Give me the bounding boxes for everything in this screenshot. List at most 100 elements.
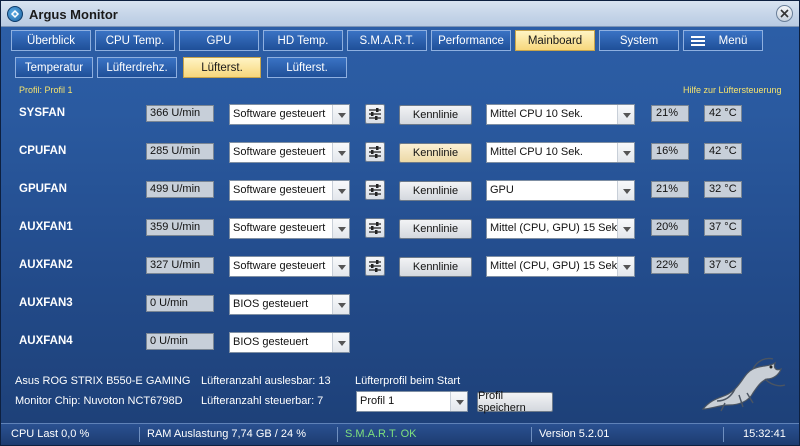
fan-percent: 22%	[651, 257, 689, 274]
board-name: Asus ROG STRIX B550-E GAMING	[15, 375, 191, 387]
fan-rpm: 359 U/min	[146, 219, 214, 236]
fan-source-select[interactable]: Mittel (CPU, GPU) 15 Sek.	[486, 218, 635, 239]
tab-system[interactable]: System	[599, 30, 679, 51]
tab-menu[interactable]: Menü	[683, 30, 763, 51]
tab-gpu[interactable]: GPU	[179, 30, 259, 51]
fan-temp: 37 °C	[704, 257, 742, 274]
fan-percent: 21%	[651, 181, 689, 198]
tab-hd-temp[interactable]: HD Temp.	[263, 30, 343, 51]
chevron-down-icon	[332, 295, 349, 314]
fans-controllable: Lüfteranzahl steuerbar: 7	[201, 395, 324, 407]
tab-smart[interactable]: S.M.A.R.T.	[347, 30, 427, 51]
fan-settings-button[interactable]	[365, 142, 385, 162]
fan-temp: 37 °C	[704, 219, 742, 236]
status-ram: RAM Auslastung 7,74 GB / 24 %	[147, 428, 306, 440]
status-bar: CPU Last 0,0 % RAM Auslastung 7,74 GB / …	[1, 423, 799, 445]
fan-mode-value: Software gesteuert	[233, 222, 326, 234]
curve-button[interactable]: Kennlinie	[399, 181, 472, 201]
sliders-icon	[369, 260, 381, 272]
fan-mode-select[interactable]: Software gesteuert	[229, 104, 350, 125]
argus-dragon-logo	[701, 357, 786, 412]
fan-settings-button[interactable]	[365, 256, 385, 276]
fan-settings-button[interactable]	[365, 180, 385, 200]
fan-settings-button[interactable]	[365, 104, 385, 124]
chevron-down-icon	[332, 333, 349, 352]
chevron-down-icon	[332, 181, 349, 200]
fan-temp: 42 °C	[704, 105, 742, 122]
chevron-down-icon	[617, 105, 634, 124]
fan-name: CPUFAN	[19, 145, 67, 157]
fan-rpm: 0 U/min	[146, 333, 214, 350]
chevron-down-icon	[332, 219, 349, 238]
fan-mode-select[interactable]: Software gesteuert	[229, 218, 350, 239]
sliders-icon	[369, 146, 381, 158]
save-profile-button[interactable]: Profil speichern	[477, 390, 553, 414]
fan-temp: 42 °C	[704, 143, 742, 160]
fan-mode-select[interactable]: Software gesteuert	[229, 256, 350, 277]
chevron-down-icon	[332, 257, 349, 276]
subtab-luefterst-2[interactable]: Lüfterst.	[267, 57, 347, 78]
fan-source-value: Mittel (CPU, GPU) 15 Sek.	[490, 222, 621, 234]
monitor-chip: Monitor Chip: Nuvoton NCT6798D	[15, 395, 183, 407]
curve-button[interactable]: Kennlinie	[399, 143, 472, 163]
startup-profile-value: Profil 1	[360, 395, 395, 407]
curve-button[interactable]: Kennlinie	[399, 219, 472, 239]
status-version: Version 5.2.01	[539, 428, 610, 440]
subtab-luefterst-1[interactable]: Lüfterst.	[183, 57, 261, 78]
fan-mode-select[interactable]: BIOS gesteuert	[229, 332, 350, 353]
fan-settings-button[interactable]	[365, 218, 385, 238]
chevron-down-icon	[617, 143, 634, 162]
fan-rpm: 285 U/min	[146, 143, 214, 160]
startup-profile-select[interactable]: Profil 1	[356, 391, 468, 412]
fan-source-select[interactable]: Mittel CPU 10 Sek.	[486, 104, 635, 125]
fan-source-select[interactable]: Mittel (CPU, GPU) 15 Sek.	[486, 256, 635, 277]
subtab-temperatur[interactable]: Temperatur	[15, 57, 93, 78]
chevron-down-icon	[617, 219, 634, 238]
fan-name: AUXFAN3	[19, 297, 73, 309]
tab-cpu-temp[interactable]: CPU Temp.	[95, 30, 175, 51]
startup-profile-label: Lüfterprofil beim Start	[355, 375, 461, 387]
chevron-down-icon	[450, 392, 467, 411]
status-cpu: CPU Last 0,0 %	[11, 428, 90, 440]
chevron-down-icon	[617, 257, 634, 276]
fan-mode-value: Software gesteuert	[233, 108, 326, 120]
fan-mode-select[interactable]: Software gesteuert	[229, 180, 350, 201]
fan-mode-select[interactable]: BIOS gesteuert	[229, 294, 350, 315]
curve-button[interactable]: Kennlinie	[399, 257, 472, 277]
fan-source-value: Mittel (CPU, GPU) 15 Sek.	[490, 260, 621, 272]
tab-menu-label: Menü	[718, 34, 748, 47]
close-button[interactable]	[776, 5, 793, 22]
sliders-icon	[369, 184, 381, 196]
fan-source-value: GPU	[490, 184, 514, 196]
fan-percent: 21%	[651, 105, 689, 122]
chevron-down-icon	[332, 143, 349, 162]
title-bar: Argus Monitor	[1, 1, 799, 27]
fan-rpm: 327 U/min	[146, 257, 214, 274]
fan-name: AUXFAN4	[19, 335, 73, 347]
chevron-down-icon	[332, 105, 349, 124]
chevron-down-icon	[617, 181, 634, 200]
fan-percent: 20%	[651, 219, 689, 236]
fans-readable: Lüfteranzahl auslesbar: 13	[201, 375, 331, 387]
fan-mode-select[interactable]: Software gesteuert	[229, 142, 350, 163]
fan-mode-value: BIOS gesteuert	[233, 336, 309, 348]
subtab-luefterdrehz[interactable]: Lüfterdrehz.	[97, 57, 177, 78]
status-smart: S.M.A.R.T. OK	[345, 428, 417, 440]
profile-label: Profil: Profil 1	[19, 85, 73, 95]
help-link[interactable]: Hilfe zur Lüftersteuerung	[683, 85, 782, 95]
status-time: 15:32:41	[743, 428, 786, 440]
curve-button[interactable]: Kennlinie	[399, 105, 472, 125]
fan-percent: 16%	[651, 143, 689, 160]
fan-source-value: Mittel CPU 10 Sek.	[490, 108, 583, 120]
fan-rpm: 499 U/min	[146, 181, 214, 198]
fan-source-select[interactable]: GPU	[486, 180, 635, 201]
window-title: Argus Monitor	[29, 7, 118, 22]
tab-performance[interactable]: Performance	[431, 30, 511, 51]
tab-mainboard[interactable]: Mainboard	[515, 30, 595, 51]
fan-source-select[interactable]: Mittel CPU 10 Sek.	[486, 142, 635, 163]
tab-ueberblick[interactable]: Überblick	[11, 30, 91, 51]
fan-rpm: 0 U/min	[146, 295, 214, 312]
fan-mode-value: Software gesteuert	[233, 260, 326, 272]
fan-name: AUXFAN1	[19, 221, 73, 233]
app-icon	[7, 6, 23, 22]
